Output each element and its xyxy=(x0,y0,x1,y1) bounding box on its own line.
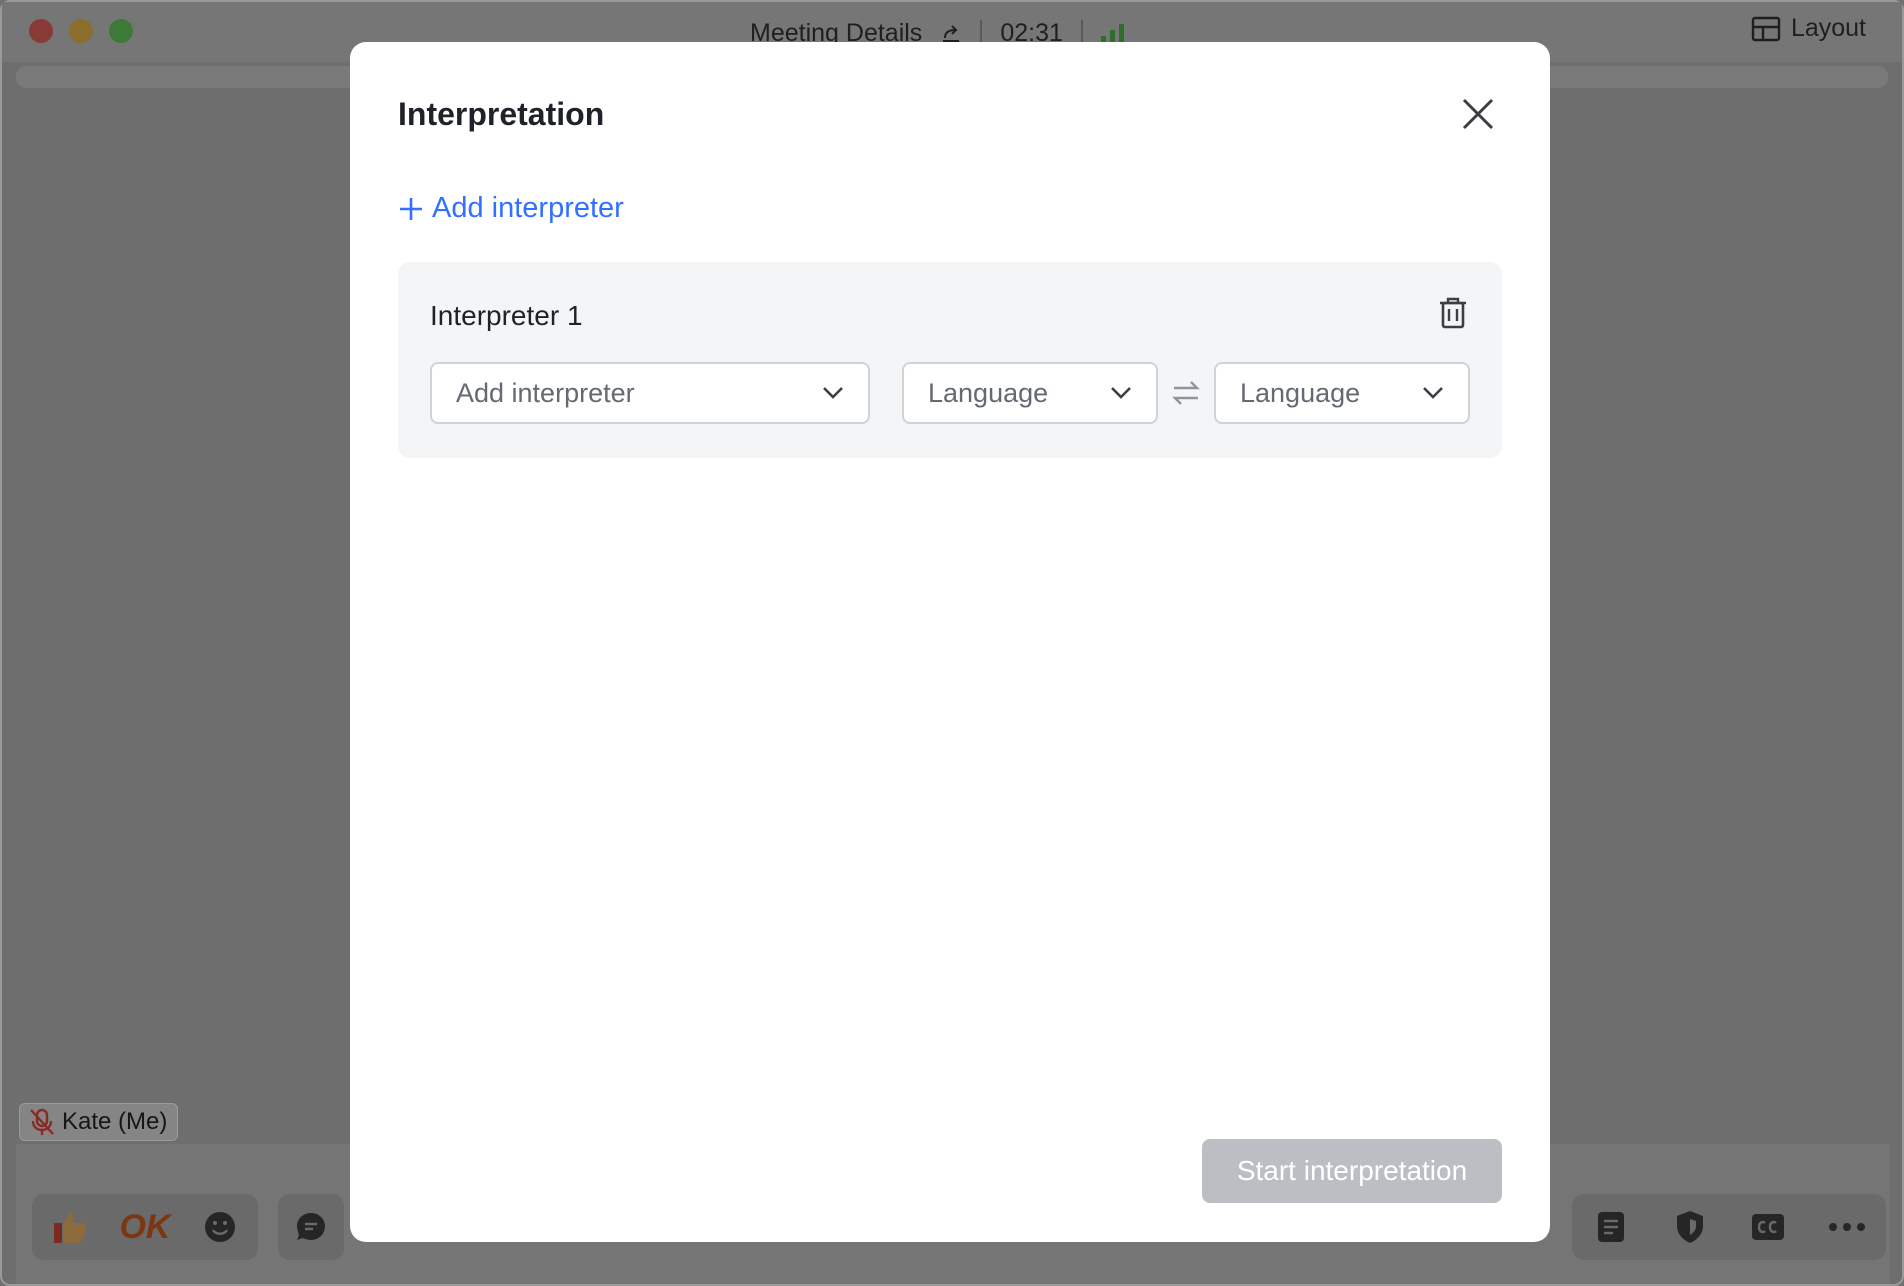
smile-icon[interactable] xyxy=(198,1205,242,1249)
chevron-down-icon xyxy=(823,387,843,399)
more-icon[interactable] xyxy=(1825,1205,1869,1249)
chevron-down-icon xyxy=(1423,387,1443,399)
reactions-group: OK xyxy=(32,1194,258,1260)
start-interpretation-button[interactable]: Start interpretation xyxy=(1202,1139,1502,1203)
interpreter-card: Interpreter 1 Add interpreter Language L… xyxy=(398,262,1502,458)
chat-group xyxy=(278,1194,344,1260)
participant-name: Kate (Me) xyxy=(62,1108,168,1135)
chat-icon[interactable] xyxy=(289,1205,333,1249)
dialog-title: Interpretation xyxy=(398,96,605,132)
chevron-down-icon xyxy=(1111,387,1131,399)
source-language-placeholder: Language xyxy=(928,377,1049,408)
source-language-select[interactable]: Language xyxy=(902,362,1158,424)
tools-group xyxy=(1572,1194,1886,1260)
interpretation-dialog: Interpretation Add interpreter Interpret… xyxy=(350,42,1550,1242)
shield-icon[interactable] xyxy=(1668,1205,1712,1249)
layout-grid-icon xyxy=(1751,16,1781,41)
participant-name-tag: Kate (Me) xyxy=(19,1103,179,1141)
cc-icon[interactable] xyxy=(1746,1205,1790,1249)
target-language-placeholder: Language xyxy=(1240,377,1361,408)
signal-icon[interactable] xyxy=(1100,22,1124,44)
add-interpreter-label: Add interpreter xyxy=(432,192,624,224)
interpreter-select[interactable]: Add interpreter xyxy=(430,362,870,424)
interpreter-select-placeholder: Add interpreter xyxy=(456,377,635,408)
notes-icon[interactable] xyxy=(1589,1205,1633,1249)
swap-icon[interactable] xyxy=(1171,378,1201,408)
plus-icon xyxy=(400,197,422,220)
target-language-select[interactable]: Language xyxy=(1214,362,1470,424)
close-icon[interactable] xyxy=(1460,96,1496,132)
interpreter-card-title: Interpreter 1 xyxy=(430,300,583,331)
thumbs-up-icon[interactable] xyxy=(48,1205,92,1249)
layout-label: Layout xyxy=(1790,14,1866,42)
trash-icon[interactable] xyxy=(1436,296,1470,330)
maximize-window-button[interactable] xyxy=(109,19,133,43)
minimize-window-button[interactable] xyxy=(69,19,93,43)
share-icon[interactable] xyxy=(940,22,962,44)
mic-muted-icon xyxy=(30,1108,54,1135)
add-interpreter-link[interactable]: Add interpreter xyxy=(398,192,624,225)
ok-reaction-button[interactable]: OK xyxy=(119,1205,170,1249)
close-window-button[interactable] xyxy=(29,19,53,43)
layout-button[interactable]: Layout xyxy=(1751,14,1866,43)
